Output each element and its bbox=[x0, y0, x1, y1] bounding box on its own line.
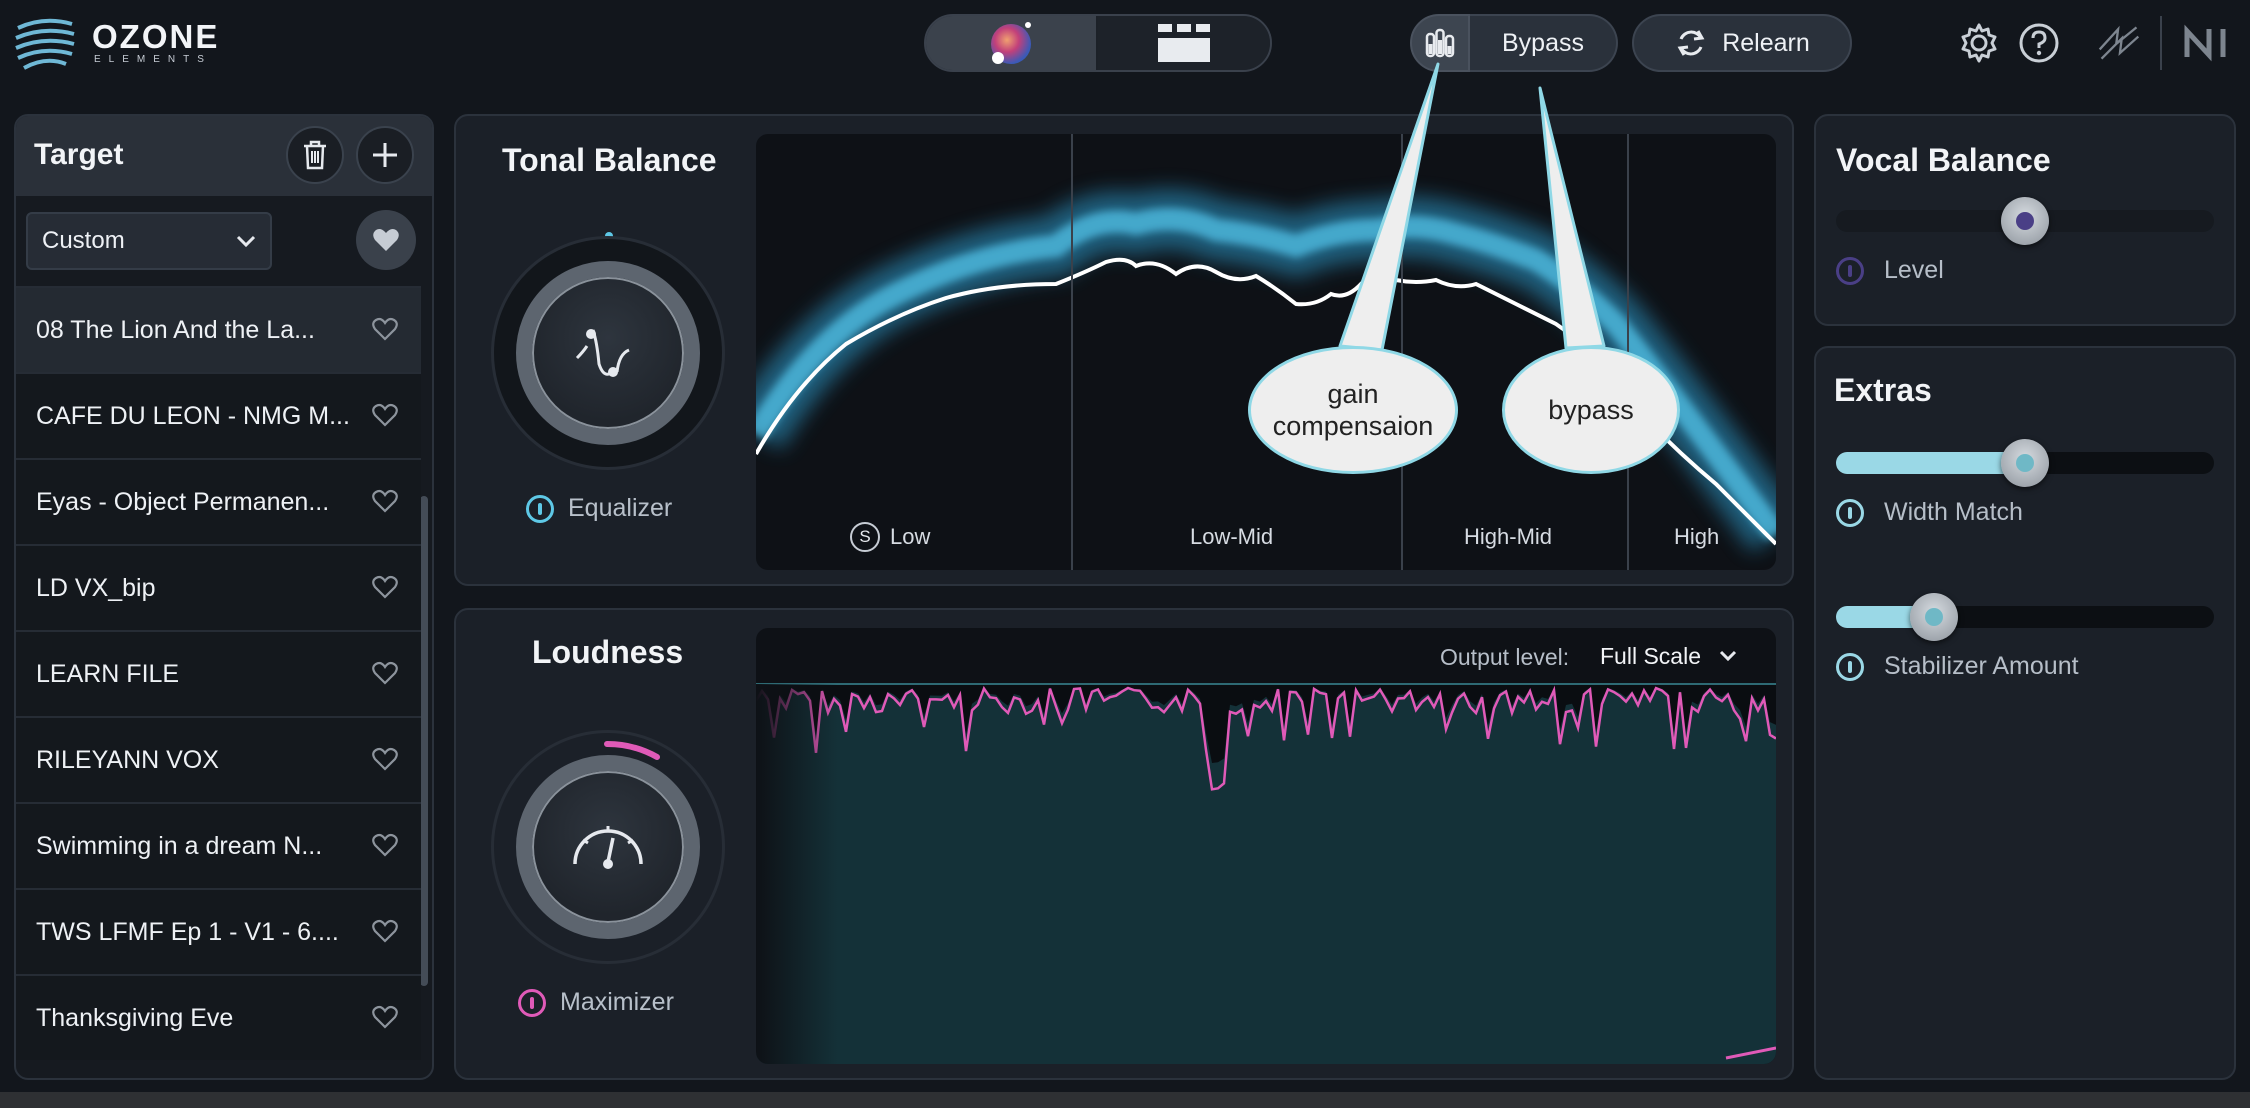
bypass-callout-text: bypass bbox=[1548, 394, 1634, 425]
callout-pointers bbox=[1338, 62, 1606, 352]
gain-callout-text: gain compensaion bbox=[1272, 378, 1434, 441]
bypass-callout: bypass bbox=[1502, 346, 1680, 474]
gain-compensation-callout: gain compensaion bbox=[1248, 346, 1458, 474]
host-bottom-strip bbox=[0, 1092, 2250, 1108]
